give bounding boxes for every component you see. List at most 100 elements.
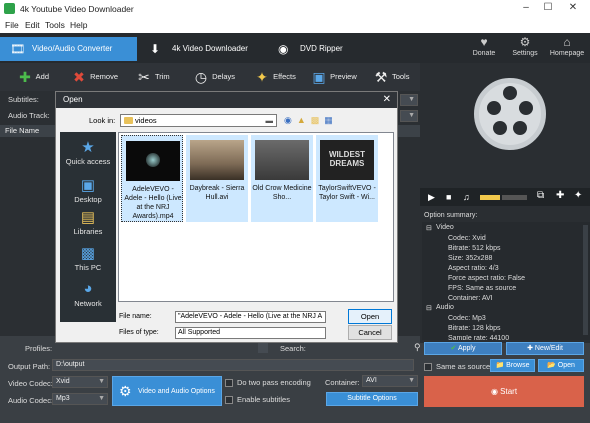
place-libraries[interactable]: ▤ Libraries [60,208,116,236]
tree-item: Force aspect ratio: False [448,275,526,282]
chevron-down-icon: ▼ [408,112,415,119]
trim-button[interactable]: ✂ Trim [135,66,170,88]
tree-toggle[interactable]: ⊟ [426,224,432,232]
place-quick-access[interactable]: ★ Quick access [60,138,116,166]
video-codec-select[interactable]: Xvid ▼ [52,376,108,388]
volume-track[interactable] [502,195,527,200]
minimize-button[interactable]: – [516,1,536,15]
play-icon[interactable]: ▶ [428,192,435,203]
files-of-type-value: All Supported [178,329,221,336]
add-button[interactable]: ✚ Add [16,66,49,88]
tab-label: Video/Audio Converter [32,44,113,53]
settings-label: Settings [512,50,538,57]
dialog-close-button[interactable]: ✕ [383,94,391,105]
option-summary-tree: ⊟ Video Codec: Xvid Bitrate: 512 kbps Si… [422,222,590,340]
start-button[interactable]: ◉ Start [424,376,584,407]
volume-icon[interactable]: ♫ [463,192,470,202]
wand-icon[interactable]: ✦ [574,190,582,201]
maximize-button[interactable]: ☐ [538,1,558,15]
plus-icon: ✚ [19,69,31,86]
dialog-title: Open [63,95,83,104]
tree-toggle[interactable]: ⊟ [426,304,432,312]
preview-button[interactable]: ▣ Preview [310,66,357,88]
homepage-button[interactable]: ⌂ Homepage [545,34,589,57]
volume-slider[interactable] [480,195,500,200]
file-item[interactable]: Old Crow Medicine Sho... [251,135,313,222]
profiles-label: Profiles: [25,344,53,353]
dialog-cancel-button[interactable]: Cancel [348,325,392,340]
chevron-down-icon: ▼ [98,378,105,385]
open-output-button[interactable]: 📂 Open [538,359,584,372]
look-in-select[interactable]: videos ▬ [120,114,277,127]
donate-label: Donate [472,50,496,57]
menu-edit[interactable]: Edit [25,20,40,30]
view-menu-icon[interactable]: ▦ [324,115,338,125]
menu-tools[interactable]: Tools [45,20,65,30]
checkbox[interactable] [225,379,233,388]
video-audio-options-button[interactable]: ⚙ Video and Audio Options [112,376,222,406]
files-of-type-select[interactable]: All Supported [175,327,326,339]
audio-codec-select[interactable]: Mp3 ▼ [52,393,108,405]
browse-button[interactable]: 📁 Browse [490,359,535,372]
menu-file[interactable]: File [5,20,19,30]
tools-button[interactable]: ⚒ Tools [372,66,410,88]
place-desktop[interactable]: ▣ Desktop [60,176,116,204]
tree-item: Bitrate: 512 kbps [448,245,501,252]
preview-label: Preview [330,72,357,81]
place-this-pc[interactable]: ▩ This PC [60,244,116,272]
stop-icon[interactable]: ■ [446,192,451,202]
same-as-source-checkbox[interactable]: Same as source [424,362,491,372]
video-thumbnail [126,141,180,181]
audio-track-select[interactable]: ▼ [400,110,418,122]
desktop-icon: ▣ [80,177,96,194]
snapshot-icon[interactable]: ⧉ [537,190,544,201]
file-name-input[interactable]: "AdeleVEVO - Adele - Hello (Live at the … [175,311,326,323]
enable-subtitles-checkbox[interactable]: Enable subtitles [225,395,290,405]
new-edit-button[interactable]: ✚ New/Edit [506,342,584,355]
checkbox[interactable] [225,396,233,405]
tab-4k-video-downloader[interactable]: ⬇ 4k Video Downloader [140,37,265,61]
settings-button[interactable]: ⚙ Settings [503,34,547,57]
tab-video-audio-converter[interactable]: 🎞 Video/Audio Converter [0,37,137,61]
scrollbar[interactable] [583,225,588,335]
close-window-button[interactable]: ✕ [563,1,583,15]
two-pass-checkbox[interactable]: Do two pass encoding [225,378,311,388]
remove-button[interactable]: ✖ Remove [70,66,118,88]
expand-icon[interactable]: ✚ [556,190,564,201]
tab-label: 4k Video Downloader [172,44,248,53]
container-select[interactable]: AVI ▼ [362,375,418,387]
menu-help[interactable]: Help [70,20,87,30]
delays-button[interactable]: ◷ Delays [192,66,235,88]
profiles-toggle[interactable] [258,343,268,353]
file-name-label: File name: [119,313,152,320]
place-network[interactable]: ◕ Network [60,280,116,308]
subtitles-select[interactable]: ▼ [400,94,418,106]
file-item[interactable]: WILDEST DREAMS TaylorSwiftVEVO - Taylor … [316,135,378,222]
subtitle-options-button[interactable]: Subtitle Options [326,392,418,406]
up-folder-icon[interactable]: ▲ [297,115,311,125]
tree-video-header: Video [436,224,454,231]
chevron-down-icon: ▼ [408,96,415,103]
search-icon[interactable]: ⚲ [414,342,421,353]
tab-label: DVD Ripper [300,44,343,53]
settings-icon: ⚙ [119,383,132,399]
subtitles-label: Subtitles: [8,95,39,104]
checkbox[interactable] [424,363,432,372]
tab-dvd-ripper[interactable]: ◉ DVD Ripper [268,37,363,61]
file-item[interactable]: Daybreak - Sierra Hull.avi [186,135,248,222]
file-caption: Daybreak - Sierra Hull.avi [189,185,245,201]
donate-button[interactable]: ♥ Donate [462,34,506,57]
video-thumbnail [190,140,244,180]
same-as-source-label: Same as source [436,362,491,371]
file-item[interactable]: AdeleVEVO - Adele - Hello (Live at the N… [121,135,183,222]
new-folder-icon[interactable]: ▩ [311,115,325,125]
chevron-down-icon: ▬ [265,116,274,125]
apply-button[interactable]: ✔ Apply [424,342,502,355]
tree-item: Sample rate: 44100 [448,335,510,340]
tree-item: Aspect ratio: 4/3 [448,265,499,272]
effects-button[interactable]: ✦ Effects [253,66,296,88]
back-icon[interactable]: ◉ [284,115,297,125]
output-path-field[interactable]: D:\output [52,359,414,371]
place-label: Network [74,299,102,308]
dialog-open-button[interactable]: Open [348,309,392,324]
